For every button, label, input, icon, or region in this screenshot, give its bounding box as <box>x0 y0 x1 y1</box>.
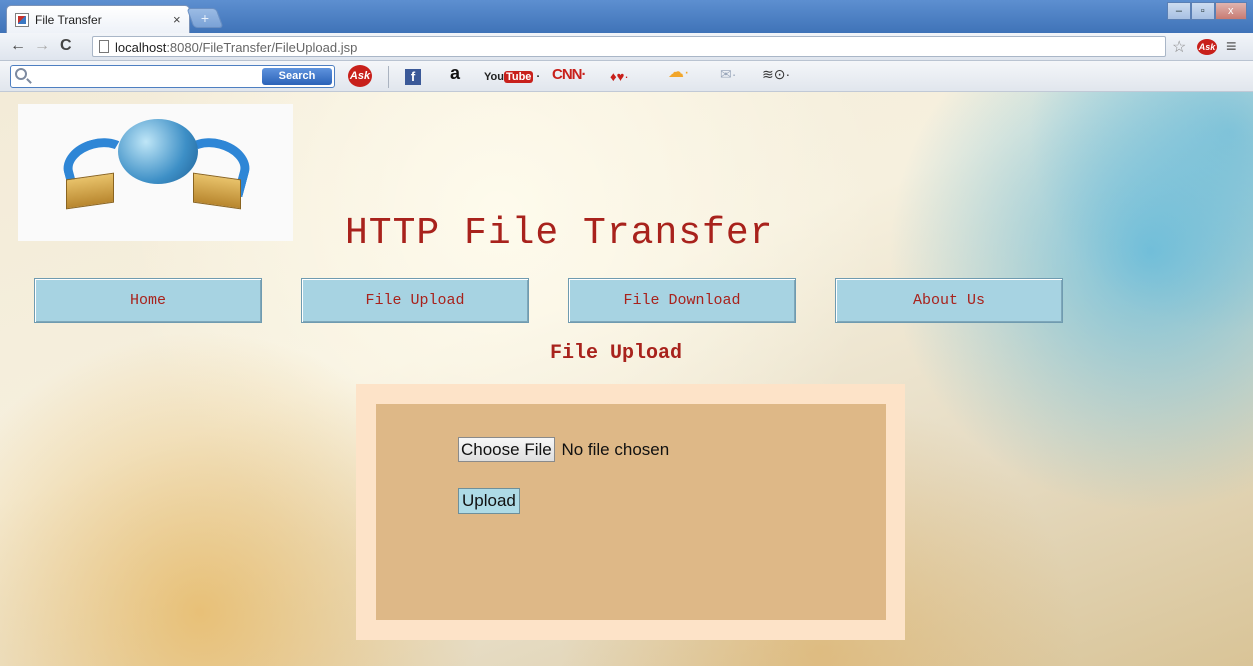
browser-tab[interactable]: File Transfer × <box>6 5 190 33</box>
address-bar-row: ← → C localhost:8080/FileTransfer/FileUp… <box>0 33 1253 61</box>
page-favicon-icon <box>15 13 29 27</box>
site-title: HTTP File Transfer <box>345 212 774 255</box>
nav-home[interactable]: Home <box>34 278 262 323</box>
globe-icon <box>118 119 198 184</box>
ask-toolbar: Search Ask f a You Tube · CNN· ♦♥· ☁· ✉· … <box>0 61 1253 92</box>
bookmark-star-icon[interactable]: ☆ <box>1172 37 1186 57</box>
minimize-button[interactable]: – <box>1167 2 1191 20</box>
forward-arrow-icon[interactable]: → <box>34 37 50 55</box>
upload-panel: Choose File No file chosen Upload <box>356 384 905 640</box>
plus-icon: + <box>200 10 210 26</box>
nav-about-us[interactable]: About Us <box>835 278 1063 323</box>
weather-icon[interactable]: ☁· <box>668 64 689 82</box>
folder-icon <box>193 172 241 210</box>
window-controls: – ▫ x <box>1167 2 1247 20</box>
cnn-icon[interactable]: CNN· <box>552 66 586 84</box>
tab-close-icon[interactable]: × <box>173 12 181 27</box>
toolbar-divider <box>388 66 389 88</box>
close-window-button[interactable]: x <box>1214 2 1247 20</box>
toolbar-search-button[interactable]: Search <box>262 68 332 85</box>
facebook-icon[interactable]: f <box>405 69 421 85</box>
file-input: Choose File No file chosen <box>458 437 669 462</box>
youtube-tube: Tube <box>503 71 534 83</box>
search-icon <box>15 68 27 80</box>
url-host: localhost <box>115 40 167 55</box>
youtube-icon[interactable]: You Tube · <box>484 68 540 86</box>
nav-file-upload[interactable]: File Upload <box>301 278 529 323</box>
url-path: :8080/FileTransfer/FileUpload.jsp <box>166 40 358 55</box>
menu-icon[interactable]: ≡ <box>1226 36 1237 57</box>
upload-button[interactable]: Upload <box>458 488 520 514</box>
youtube-you: You <box>484 71 504 83</box>
page-icon <box>99 40 109 53</box>
url-input[interactable]: localhost:8080/FileTransfer/FileUpload.j… <box>92 36 1166 57</box>
new-tab-button[interactable]: + <box>186 8 224 28</box>
upload-form: Choose File No file chosen Upload <box>376 404 886 620</box>
games-icon[interactable]: ♦♥· <box>610 68 629 86</box>
choose-file-button[interactable]: Choose File <box>458 437 555 462</box>
mail-icon[interactable]: ✉· <box>720 65 736 83</box>
nav-file-download[interactable]: File Download <box>568 278 796 323</box>
reload-icon[interactable]: C <box>60 37 72 55</box>
radio-icon[interactable]: ≋⊙· <box>762 65 790 83</box>
page-viewport: HTTP File Transfer Home File Upload File… <box>0 92 1253 666</box>
url-text: localhost:8080/FileTransfer/FileUpload.j… <box>115 40 357 55</box>
toolbar-search-input[interactable]: Search <box>10 65 335 88</box>
maximize-button[interactable]: ▫ <box>1190 2 1215 20</box>
tab-title: File Transfer <box>35 13 102 27</box>
file-status-text: No file chosen <box>561 439 670 459</box>
ask-extension-icon[interactable]: Ask <box>1197 39 1217 55</box>
back-arrow-icon[interactable]: ← <box>10 37 26 55</box>
section-title: File Upload <box>550 342 683 365</box>
window-titlebar: File Transfer × + – ▫ x <box>0 0 1253 33</box>
ask-logo-icon[interactable]: Ask <box>348 65 372 87</box>
folder-icon <box>66 172 114 210</box>
site-logo <box>18 104 293 241</box>
amazon-icon[interactable]: a <box>450 64 460 82</box>
